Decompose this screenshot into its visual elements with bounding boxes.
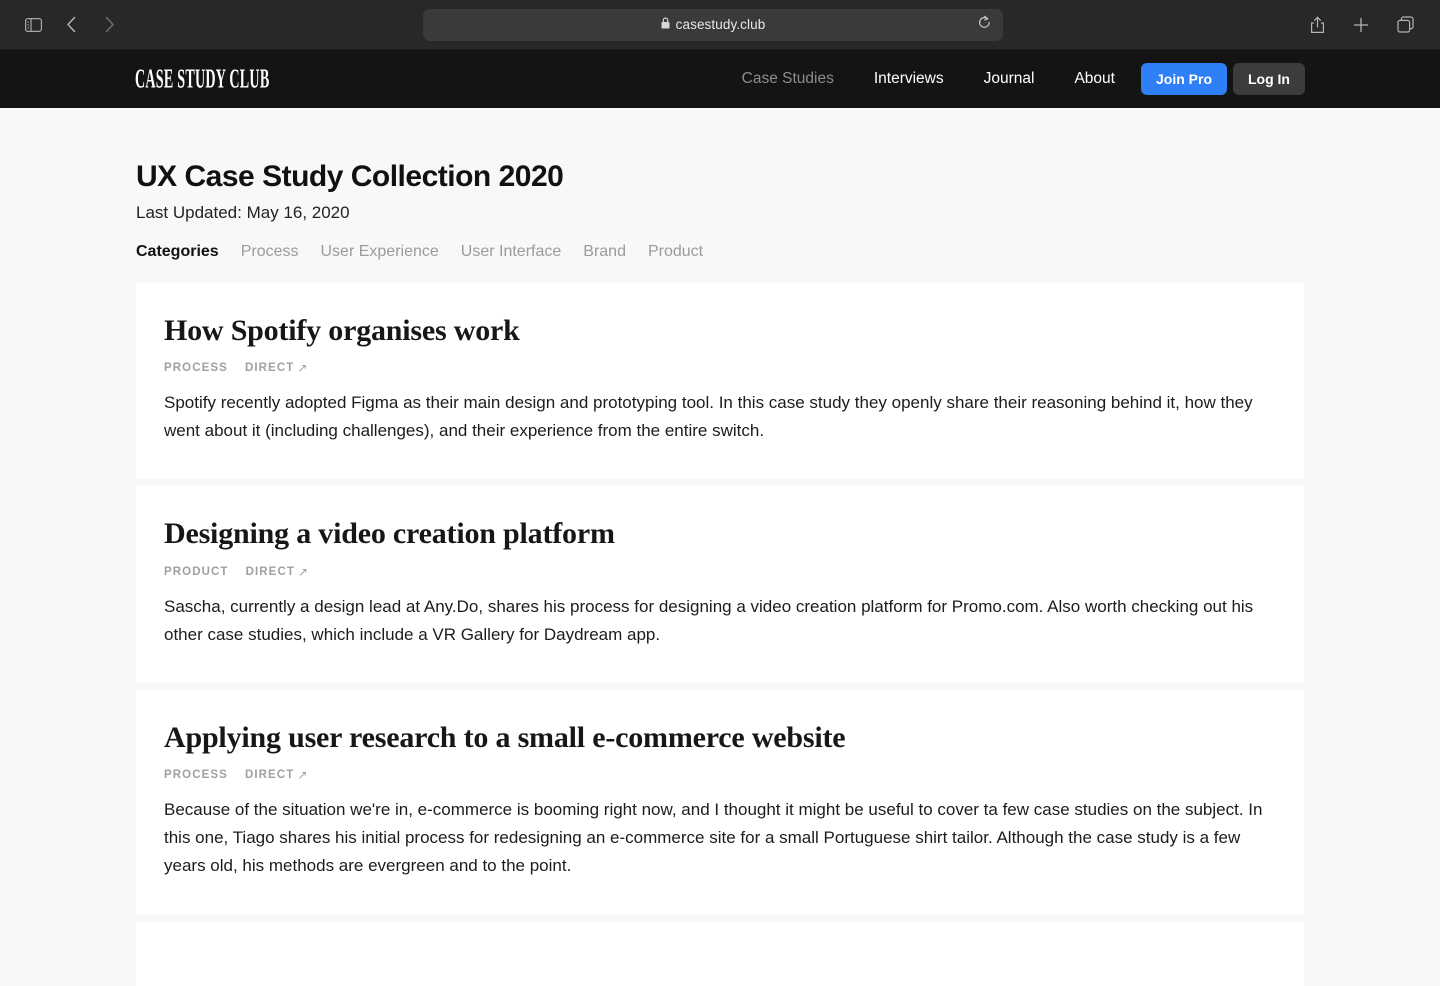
plus-icon[interactable]: [1346, 11, 1376, 39]
nav-item-journal[interactable]: Journal: [964, 71, 1055, 87]
category-filter-brand[interactable]: Brand: [583, 243, 626, 261]
tab-overview-icon[interactable]: [1390, 11, 1420, 39]
case-study-description: Sascha, currently a design lead at Any.D…: [164, 596, 1254, 644]
main-navigation: Case Studies Interviews Journal About Jo…: [722, 63, 1305, 95]
category-filter-user-interface[interactable]: User Interface: [461, 243, 561, 261]
case-study-title[interactable]: How Spotify organises work: [164, 313, 1276, 348]
case-study-title[interactable]: Designing a video creation platform: [164, 516, 1276, 551]
join-pro-button[interactable]: Join Pro: [1140, 63, 1227, 95]
browser-nav-controls: [0, 11, 124, 39]
direct-link-label: DIRECT: [244, 362, 295, 375]
url-display: casestudy.club: [661, 16, 766, 34]
case-study-description: Spotify recently adopted Figma as their …: [164, 393, 1253, 441]
case-study-direct-link[interactable]: DIRECT ↗: [245, 768, 309, 782]
case-study-list: How Spotify organises work PROCESS DIREC…: [0, 283, 1440, 986]
category-filter-product[interactable]: Product: [648, 243, 703, 261]
case-study-direct-link[interactable]: DIRECT ↗: [246, 565, 310, 579]
case-study-card[interactable]: How Spotify organises work PROCESS DIREC…: [136, 283, 1304, 480]
category-filter-bar: Categories Process User Experience User …: [136, 243, 1440, 261]
browser-actions: [1302, 11, 1440, 39]
log-in-button[interactable]: Log In: [1233, 63, 1305, 95]
site-header: CASE STUDY CLUB Case Studies Interviews …: [0, 50, 1440, 108]
back-chevron-icon[interactable]: [56, 11, 86, 39]
case-study-description: Because of the situation we're in, e-com…: [164, 800, 1263, 876]
page-title: UX Case Study Collection 2020: [136, 160, 564, 193]
arrow-up-right-icon: ↗: [297, 564, 310, 579]
case-study-meta: PRODUCT DIRECT ↗: [164, 565, 1276, 579]
arrow-up-right-icon: ↗: [297, 768, 309, 783]
site-logo[interactable]: CASE STUDY CLUB: [135, 64, 269, 95]
case-study-category: PROCESS: [164, 362, 228, 375]
case-study-direct-link[interactable]: DIRECT ↗: [245, 361, 309, 375]
category-filter-user-experience[interactable]: User Experience: [321, 243, 439, 261]
page-header: UX Case Study Collection 2020 Last Updat…: [0, 108, 1440, 261]
direct-link-label: DIRECT: [244, 769, 295, 782]
case-study-card[interactable]: Applying user research to a small e-comm…: [136, 689, 1304, 915]
case-study-meta: PROCESS DIRECT ↗: [164, 361, 1276, 375]
nav-item-about[interactable]: About: [1054, 71, 1135, 87]
reload-icon[interactable]: [978, 15, 991, 34]
browser-address-area: casestudy.club: [124, 8, 1302, 41]
case-study-card-partial[interactable]: [136, 921, 1304, 986]
case-study-category: PROCESS: [164, 769, 228, 782]
categories-label: Categories: [136, 243, 219, 260]
last-updated-text: Last Updated: May 16, 2020: [136, 203, 350, 222]
page-content: UX Case Study Collection 2020 Last Updat…: [0, 108, 1440, 986]
category-filter-process[interactable]: Process: [241, 243, 299, 261]
case-study-meta: PROCESS DIRECT ↗: [164, 768, 1276, 782]
browser-toolbar: casestudy.club: [0, 0, 1440, 50]
forward-chevron-icon[interactable]: [94, 11, 124, 39]
nav-item-case-studies[interactable]: Case Studies: [722, 71, 854, 87]
case-study-category: PRODUCT: [164, 565, 229, 578]
arrow-up-right-icon: ↗: [297, 361, 309, 376]
share-icon[interactable]: [1302, 11, 1332, 39]
sidebar-toggle-icon[interactable]: [18, 11, 48, 39]
url-text: casestudy.club: [675, 17, 766, 32]
case-study-title[interactable]: Applying user research to a small e-comm…: [164, 720, 1276, 755]
direct-link-label: DIRECT: [245, 565, 295, 578]
case-study-card[interactable]: Designing a video creation platform PROD…: [136, 486, 1304, 683]
lock-icon: [661, 16, 670, 34]
nav-item-interviews[interactable]: Interviews: [854, 71, 964, 87]
address-bar[interactable]: casestudy.club: [423, 8, 1003, 41]
